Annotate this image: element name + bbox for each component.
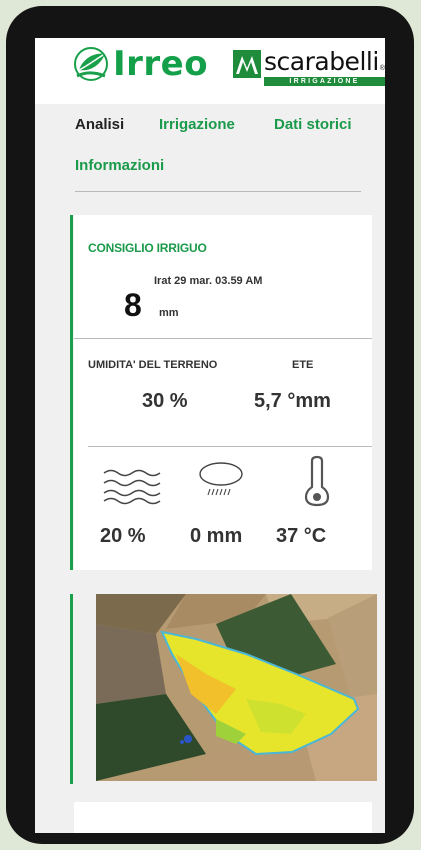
ete-label: ETE (292, 359, 314, 371)
card-title: CONSIGLIO IRRIGUO (88, 241, 207, 255)
scarabelli-logo[interactable]: scarabelli® IRRIGAZIONE (233, 47, 385, 86)
partner-tagline: IRRIGAZIONE (264, 77, 385, 86)
cloud-rain-icon (199, 462, 243, 496)
irreo-logo[interactable]: Irreo (73, 46, 208, 82)
rain-value: 0 mm (190, 525, 243, 547)
app-header: Irreo scarabelli® IRRIGAZIONE (35, 38, 385, 104)
partner-name: scarabelli (264, 47, 379, 76)
satellite-field-map[interactable] (96, 594, 377, 781)
card-accent-bar (70, 215, 73, 570)
divider (88, 446, 372, 447)
card-accent-bar (70, 594, 73, 784)
soil-moisture-label: UMIDITA' DEL TERRENO (88, 359, 218, 371)
tab-irrigazione[interactable]: Irrigazione (159, 116, 235, 133)
advice-timestamp: Irat 29 mar. 03.59 AM (154, 275, 263, 287)
registered-mark: ® (379, 65, 385, 72)
field-map-card (70, 594, 377, 784)
divider (74, 338, 372, 339)
scarabelli-mark-icon (233, 50, 261, 78)
satellite-image (96, 594, 377, 781)
tab-dati-storici[interactable]: Dati storici (274, 116, 352, 133)
ete-value: 5,7 °mm (254, 390, 331, 412)
next-card (74, 802, 372, 833)
tab-divider (75, 191, 361, 192)
phone-frame: Irreo scarabelli® IRRIGAZIONE Analisi Ir… (6, 6, 414, 844)
irreo-leaf-icon (74, 47, 108, 81)
soil-moisture-value: 30 % (142, 390, 188, 412)
app-name: Irreo (113, 44, 209, 84)
advice-amount-unit: mm (159, 307, 179, 319)
humidity-value: 20 % (100, 525, 146, 547)
temperature-value: 37 °C (276, 525, 327, 547)
thermometer-icon (304, 455, 330, 507)
wind-waves-icon (103, 469, 161, 505)
irrigation-advice-card: CONSIGLIO IRRIGUO Irat 29 mar. 03.59 AM … (70, 215, 372, 570)
app-screen: Irreo scarabelli® IRRIGAZIONE Analisi Ir… (35, 38, 385, 833)
tab-informazioni[interactable]: Informazioni (75, 157, 164, 174)
advice-amount-value: 8 (124, 287, 142, 323)
tab-analisi[interactable]: Analisi (75, 116, 124, 133)
